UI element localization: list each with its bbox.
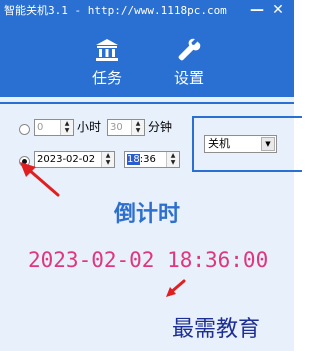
watermark-text: 最需教育 — [172, 317, 261, 342]
time-picker[interactable]: 18:36 ▲ ▼ — [124, 151, 180, 168]
chevron-down-icon[interactable]: ▼ — [261, 137, 275, 151]
minutes-value: 30 — [110, 122, 123, 133]
nav-header: 任务 设置 — [0, 22, 294, 97]
tab-tasks[interactable]: 任务 — [77, 34, 137, 92]
date-down-icon[interactable]: ▼ — [102, 159, 114, 166]
wrench-icon — [178, 38, 201, 61]
bank-icon — [96, 39, 118, 61]
hours-stepper[interactable]: 0 ▲ ▼ — [34, 119, 74, 136]
date-up-icon[interactable]: ▲ — [102, 152, 114, 159]
panel-divider — [0, 102, 294, 104]
time-minute: :36 — [139, 154, 156, 165]
annotation-arrow-icon — [166, 279, 186, 297]
time-up-icon[interactable]: ▲ — [167, 152, 179, 159]
action-select[interactable]: 关机 ▼ — [204, 135, 277, 153]
hours-stepper-arrows[interactable]: ▲ ▼ — [60, 120, 73, 135]
tab-tasks-label: 任务 — [91, 69, 122, 87]
time-stepper-arrows[interactable]: ▲ ▼ — [166, 152, 179, 167]
minutes-label: 分钟 — [148, 120, 173, 134]
minutes-stepper[interactable]: 30 ▲ ▼ — [107, 119, 145, 136]
hours-up-icon[interactable]: ▲ — [61, 120, 73, 127]
tab-settings-label: 设置 — [173, 69, 204, 87]
hours-value: 0 — [37, 122, 44, 133]
close-button[interactable]: ✕ — [269, 1, 287, 19]
hours-down-icon[interactable]: ▼ — [61, 127, 73, 134]
hours-label: 小时 — [77, 120, 102, 134]
countdown-title: 倒计时 — [113, 202, 180, 227]
radio-selected-dot — [22, 159, 27, 164]
radio-duration-mode[interactable] — [19, 124, 30, 135]
main-panel: 0 ▲ ▼ 小时 30 ▲ ▼ 分钟 关机 ▼ 2023-02-02 ▲ ▼ 1… — [0, 97, 302, 351]
title-bar: 智能关机3.1 - http://www.1118pc.com — ✕ — [0, 0, 294, 22]
action-selected: 关机 — [208, 137, 230, 150]
time-hour-selected: 18 — [127, 154, 140, 165]
minutes-down-icon[interactable]: ▼ — [132, 127, 144, 134]
minutes-stepper-arrows[interactable]: ▲ ▼ — [131, 120, 144, 135]
date-stepper-arrows[interactable]: ▲ ▼ — [101, 152, 114, 167]
time-down-icon[interactable]: ▼ — [167, 159, 179, 166]
time-value: 18:36 — [127, 152, 156, 167]
date-value: 2023-02-02 — [37, 154, 96, 165]
minutes-up-icon[interactable]: ▲ — [132, 120, 144, 127]
radio-datetime-mode[interactable] — [19, 156, 30, 167]
minimize-button[interactable]: — — [248, 1, 266, 19]
tab-settings[interactable]: 设置 — [159, 34, 219, 92]
window-title: 智能关机3.1 - http://www.1118pc.com — [4, 4, 227, 17]
date-picker[interactable]: 2023-02-02 ▲ ▼ — [34, 151, 115, 168]
countdown-value: 2023-02-02 18:36:00 — [28, 248, 269, 272]
